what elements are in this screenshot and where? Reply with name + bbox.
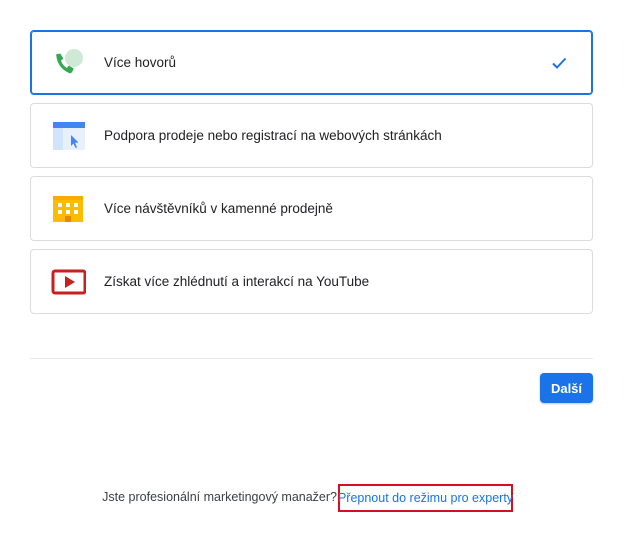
switch-to-expert-mode-link[interactable]: Přepnout do režimu pro experty bbox=[338, 484, 513, 512]
youtube-play-icon bbox=[50, 264, 87, 300]
goal-option-calls[interactable]: Více hovorů bbox=[30, 30, 593, 95]
divider bbox=[30, 358, 593, 359]
goal-option-website[interactable]: Podpora prodeje nebo registrací na webov… bbox=[30, 103, 593, 168]
next-button[interactable]: Další bbox=[540, 373, 593, 403]
goal-label-youtube: Získat více zhlédnutí a interakcí na You… bbox=[104, 274, 370, 289]
footer: Jste profesionální marketingový manažer?… bbox=[0, 484, 624, 514]
store-building-icon bbox=[50, 191, 86, 227]
goal-label-store-visits: Více návštěvníků v kamenné prodejně bbox=[104, 201, 333, 216]
expert-mode-question: Jste profesionální marketingový manažer? bbox=[102, 490, 337, 504]
goal-label-calls: Více hovorů bbox=[104, 55, 177, 70]
goal-list: Více hovorů Podpora prodeje nebo registr… bbox=[30, 30, 593, 322]
goal-option-youtube[interactable]: Získat více zhlédnutí a interakcí na You… bbox=[30, 249, 593, 314]
phone-icon bbox=[50, 45, 86, 81]
checkmark-icon bbox=[550, 54, 568, 72]
goal-option-store-visits[interactable]: Více návštěvníků v kamenné prodejně bbox=[30, 176, 593, 241]
website-icon bbox=[50, 118, 86, 154]
goal-label-website: Podpora prodeje nebo registrací na webov… bbox=[104, 128, 442, 143]
